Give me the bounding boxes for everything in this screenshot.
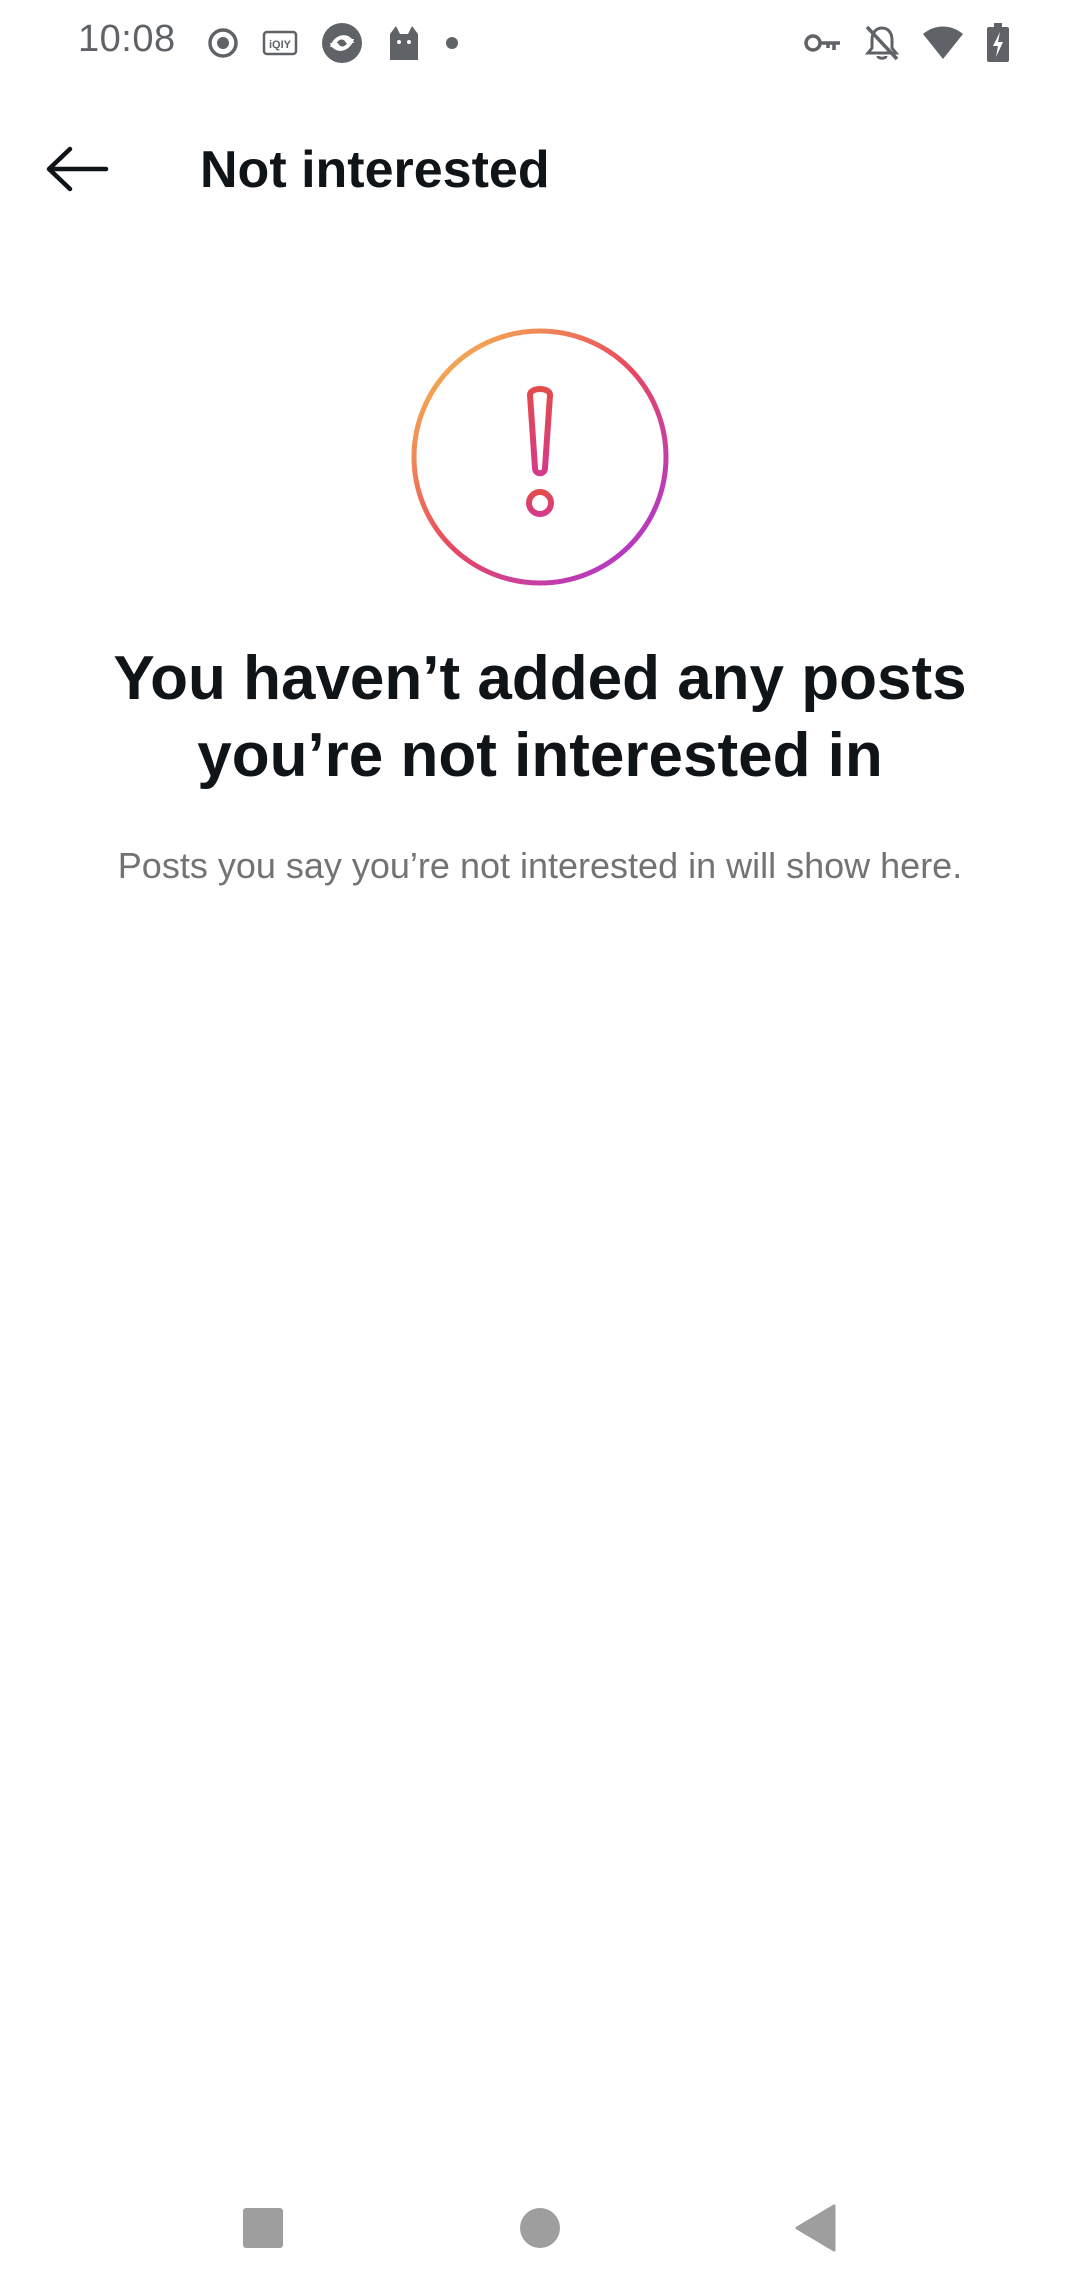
iqiyi-icon: iQIY <box>262 28 298 58</box>
wifi-icon <box>922 26 964 60</box>
square-icon <box>241 2206 285 2255</box>
bell-off-icon <box>864 24 900 62</box>
app-bar: Not interested <box>0 110 1080 210</box>
browser-icon <box>320 21 364 65</box>
status-right-icons <box>804 20 1010 66</box>
nav-back-button[interactable] <box>776 2190 856 2270</box>
triangle-back-icon <box>794 2203 838 2258</box>
record-icon <box>206 26 240 60</box>
status-bar: 10:08 iQIY <box>0 0 1080 88</box>
back-button[interactable] <box>34 128 120 214</box>
arrow-left-icon <box>44 145 110 198</box>
svg-text:iQIY: iQIY <box>269 39 292 51</box>
page-title: Not interested <box>200 141 550 199</box>
circle-icon <box>518 2206 562 2255</box>
recents-button[interactable] <box>223 2190 303 2270</box>
status-left-icons: iQIY <box>206 20 460 66</box>
empty-state-title: You haven’t added any posts you’re not i… <box>113 644 967 790</box>
status-time: 10:08 <box>78 18 176 60</box>
battery-charging-icon <box>986 23 1010 63</box>
cat-app-icon <box>386 24 422 62</box>
system-nav-bar <box>0 2170 1080 2280</box>
vpn-key-icon <box>804 31 842 55</box>
empty-state-subtitle: Posts you say you’re not interested in w… <box>117 845 963 886</box>
dot-icon <box>444 35 460 51</box>
exclamation-circle-gradient-icon <box>408 325 672 589</box>
home-button[interactable] <box>500 2190 580 2270</box>
